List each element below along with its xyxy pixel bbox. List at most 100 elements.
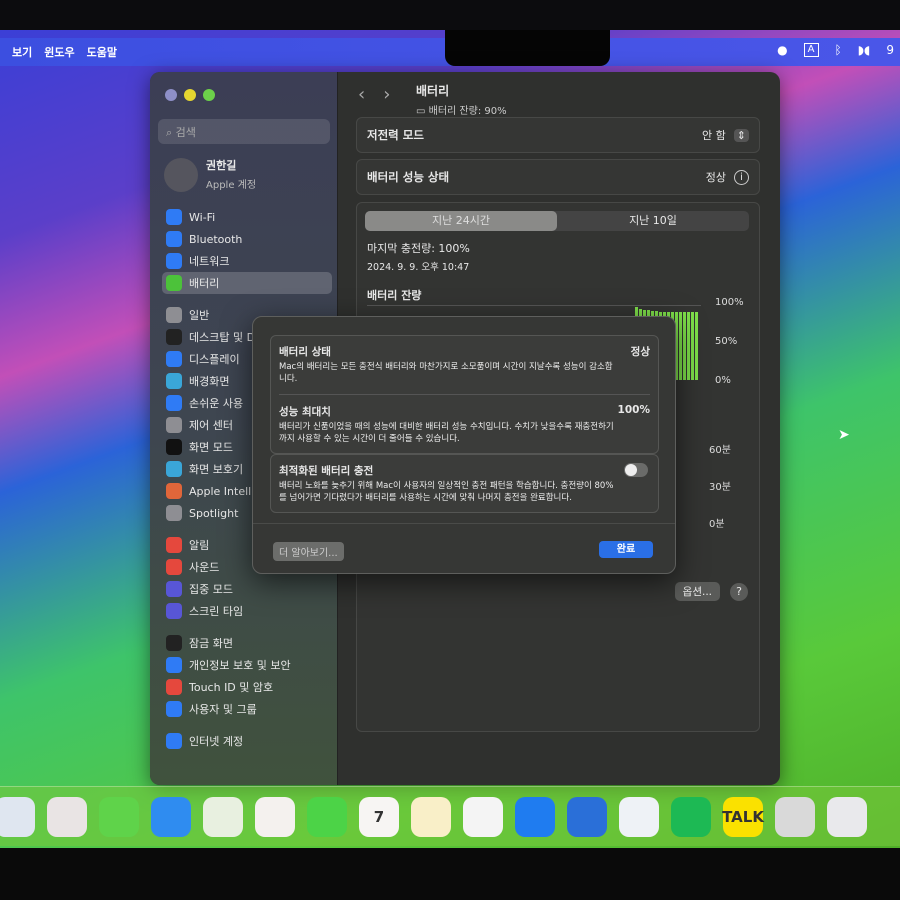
low-power-select[interactable]: 안 함 ⇕ [702, 127, 749, 143]
done-button[interactable]: 완료 [599, 541, 653, 558]
bluetooth-icon[interactable]: ᛒ [835, 43, 842, 57]
learn-more-button[interactable]: 더 알아보기... [273, 542, 344, 561]
last-charge: 마지막 충전량: 100% [367, 242, 470, 255]
screensaver-icon [166, 461, 182, 477]
battery-health-value: 정상 [705, 171, 726, 184]
level-tick: 100% [715, 297, 744, 308]
battery-level-bar [695, 311, 698, 380]
group-gap [162, 622, 332, 632]
dock-app-spotify[interactable] [671, 796, 711, 837]
battery-health-dialog: 배터리 상태 정상 Mac의 배터리는 모든 충전식 배터리와 마찬가지로 소모품… [252, 316, 676, 574]
hand-icon [166, 657, 182, 673]
page-title: 배터리 [416, 84, 450, 98]
apple-icon[interactable]: ● [777, 43, 787, 57]
sidebar-item-label: 일반 [189, 309, 210, 322]
minimize-button[interactable] [184, 89, 196, 101]
level-tick: 50% [715, 336, 738, 347]
sound-icon [166, 559, 182, 575]
dock-app-safari[interactable] [619, 796, 659, 837]
wallpaper-icon [166, 373, 182, 389]
sidebar-item[interactable]: 사용자 및 그룹 [162, 698, 332, 720]
info-icon[interactable]: i [734, 169, 749, 185]
dock-app-facetime[interactable] [307, 796, 347, 837]
dock-app-xcode[interactable] [567, 796, 607, 837]
sun-icon [166, 351, 182, 367]
group-gap [162, 720, 332, 730]
sidebar-item-label: Spotlight [189, 506, 239, 520]
mouse-cursor: ➤ [838, 427, 850, 443]
zoom-button[interactable] [203, 89, 215, 101]
status-title: 배터리 상태 [279, 346, 331, 358]
battery-level-bar [691, 311, 694, 380]
options-button[interactable]: 옵션... [674, 582, 720, 601]
tray-item-9[interactable]: 9 [886, 43, 894, 57]
dock-app-launchpad[interactable] [47, 796, 87, 837]
account-name: 권한길 [206, 159, 237, 172]
sidebar-item[interactable]: Touch ID 및 암호 [162, 676, 332, 698]
optimized-charging-toggle[interactable] [624, 463, 648, 477]
chevron-updown-icon: ⇕ [733, 128, 749, 142]
dock-app-iphone-mirroring[interactable] [827, 796, 867, 837]
at-icon [166, 733, 182, 749]
dock-app-maps[interactable] [203, 796, 243, 837]
battery-icon: ▭ [416, 106, 429, 117]
sidebar-item-label: 스크린 타임 [189, 605, 244, 618]
airpods-icon[interactable]: ◗◖ [858, 43, 871, 57]
sidebar-item[interactable]: Wi-Fi [162, 206, 332, 228]
menu-item[interactable]: 보기 [12, 44, 32, 60]
lock-icon [166, 635, 182, 651]
dock-app-kakaotalk[interactable]: TALK [722, 796, 764, 837]
sidebar-item[interactable]: 스크린 타임 [162, 600, 332, 622]
help-button[interactable]: ? [730, 582, 748, 601]
status-tray: ● A ᛒ ◗◖ 9 [777, 43, 894, 57]
sidebar-item-label: Touch ID 및 암호 [189, 681, 274, 694]
camera-notch [445, 30, 610, 66]
tab-last-24-hours[interactable]: 지난 24시간 [365, 211, 557, 231]
back-button[interactable]: ‹ [358, 84, 383, 105]
input-source-icon[interactable]: A [803, 43, 819, 57]
search-input[interactable]: ⌕ 검색 [158, 119, 330, 144]
dock-app-system-settings[interactable] [775, 796, 815, 837]
sidebar-item-label: 인터넷 계정 [189, 735, 244, 748]
dock-app-photos[interactable] [255, 796, 295, 837]
sidebar-item[interactable]: 집중 모드 [162, 578, 332, 600]
screen-bezel-bottom [0, 848, 900, 900]
sidebar-item[interactable]: Bluetooth [162, 228, 332, 250]
sidebar-item[interactable]: 배터리 [162, 272, 332, 294]
dock-app-notes[interactable] [411, 796, 451, 837]
gear-icon [166, 307, 182, 323]
close-button[interactable] [165, 89, 177, 101]
sidebar-item-label: Wi-Fi [189, 210, 216, 224]
sidebar-item-label: 사용자 및 그룹 [189, 703, 257, 716]
tab-last-10-days[interactable]: 지난 10일 [557, 211, 749, 231]
hourglass-icon [166, 603, 182, 619]
dock-app-messages[interactable] [99, 796, 139, 837]
forward-button[interactable]: › [383, 84, 408, 105]
menu-item[interactable]: 윈도우 [44, 44, 74, 60]
dock-app-app-store[interactable] [515, 796, 555, 837]
apple-account[interactable]: 권한길 Apple 계정 [164, 157, 256, 192]
sidebar-item[interactable]: 잠금 화면 [162, 632, 332, 654]
level-tick: 0% [715, 375, 731, 386]
max-capacity-desc: 배터리가 신품이었을 때의 성능에 대비한 배터리 성능 수치입니다. 수치가 … [279, 422, 614, 444]
menu-item[interactable]: 도움말 [87, 44, 117, 60]
bell-icon [166, 537, 182, 553]
sidebar-item[interactable]: 개인정보 보호 및 보안 [162, 654, 332, 676]
sidebar-item[interactable]: 인터넷 계정 [162, 730, 332, 752]
dock-app-finder[interactable] [0, 796, 35, 837]
siri-icon [166, 483, 182, 499]
dock-app-mail[interactable] [151, 796, 191, 837]
window-controls [165, 89, 215, 101]
sidebar-item-label: 개인정보 보호 및 보안 [189, 659, 291, 672]
dock-app-freeform[interactable] [463, 796, 503, 837]
battery-health-label: 배터리 성능 상태 [367, 170, 450, 184]
low-power-label: 저전력 모드 [367, 128, 424, 142]
divider [279, 394, 650, 395]
sidebar-item-label: 제어 센터 [189, 419, 233, 432]
dock-app-calendar[interactable]: 7 [359, 796, 399, 837]
divider [253, 523, 675, 524]
sidebar-item-label: 화면 모드 [189, 441, 233, 454]
sidebar-item[interactable]: 네트워크 [162, 250, 332, 272]
max-capacity-title: 성능 최대치 [279, 406, 331, 418]
sidebar-item-label: 집중 모드 [189, 583, 233, 596]
